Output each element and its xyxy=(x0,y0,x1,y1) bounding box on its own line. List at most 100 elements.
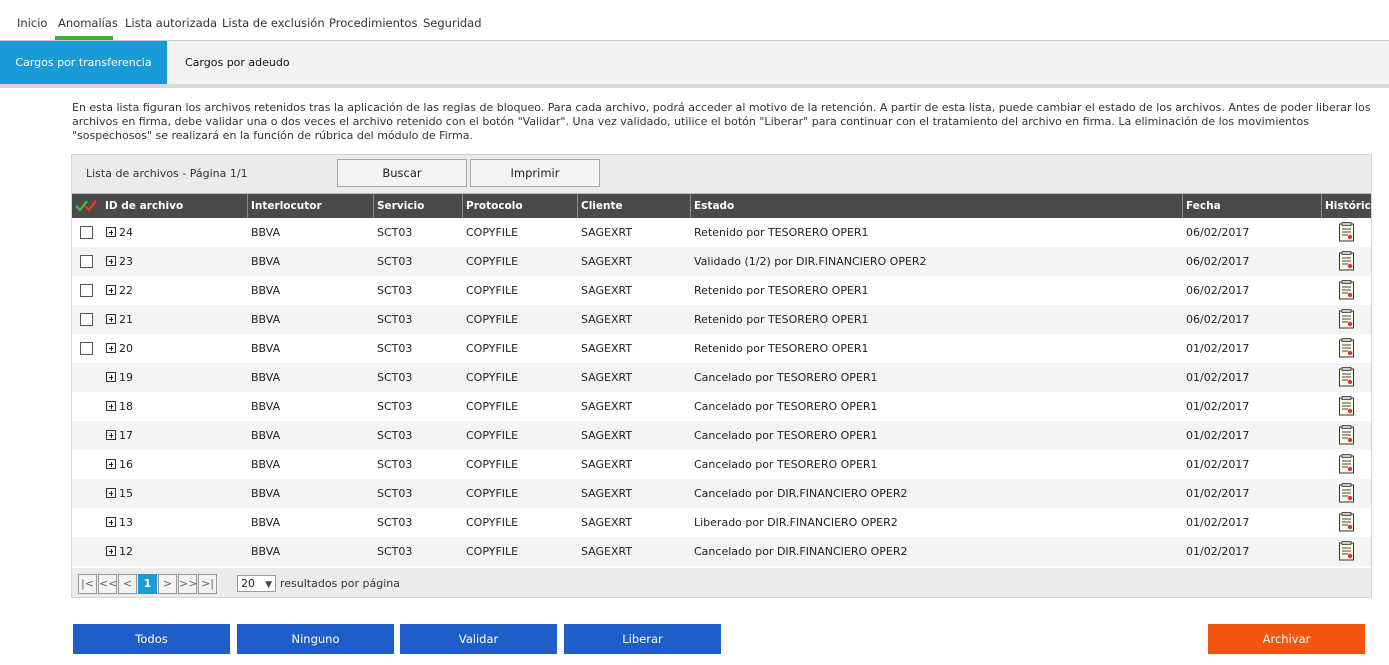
liberar-button[interactable]: Liberar xyxy=(564,624,721,654)
cell-fecha: 06/02/2017 xyxy=(1186,284,1250,297)
expand-plus-icon[interactable] xyxy=(106,459,116,469)
history-document-icon[interactable] xyxy=(1338,396,1355,416)
table-row[interactable]: 23 BBVA SCT03 COPYFILE SAGEXRT Validado (1/2)… xyxy=(72,247,1371,276)
file-id: 20 xyxy=(119,342,133,355)
history-document-icon[interactable] xyxy=(1338,367,1355,387)
row-checkbox[interactable] xyxy=(80,284,93,297)
row-checkbox[interactable] xyxy=(80,255,93,268)
history-document-icon[interactable] xyxy=(1338,222,1355,242)
ninguno-button[interactable]: Ninguno xyxy=(237,624,394,654)
prev-page-button[interactable]: < xyxy=(118,574,137,594)
per-page-select[interactable]: 20 ▼ xyxy=(237,575,276,592)
nav-item-lista-exclusion[interactable]: Lista de exclusión xyxy=(222,16,325,30)
table-row[interactable]: 18 BBVA SCT03 COPYFILE SAGEXRT Cancelado por … xyxy=(72,392,1371,421)
cell-cliente: SAGEXRT xyxy=(581,400,633,413)
row-checkbox[interactable] xyxy=(80,226,93,239)
cell-protocolo: COPYFILE xyxy=(466,313,519,326)
tab-cargos-transferencia[interactable]: Cargos por transferencia xyxy=(0,41,167,84)
expand-plus-icon[interactable] xyxy=(106,256,116,266)
cell-estado: Cancelado por TESORERO OPER1 xyxy=(694,400,878,413)
col-header-id[interactable]: ID de archivo xyxy=(102,194,247,218)
validar-button[interactable]: Validar xyxy=(400,624,557,654)
nav-item-inicio[interactable]: Inicio xyxy=(17,16,47,30)
table-row[interactable]: 12 BBVA SCT03 COPYFILE SAGEXRT Cancelado por … xyxy=(72,537,1371,566)
nav-item-seguridad[interactable]: Seguridad xyxy=(423,16,482,30)
last-page-button[interactable]: >| xyxy=(198,574,217,594)
print-button[interactable]: Imprimir xyxy=(470,159,600,187)
col-header-cliente[interactable]: Cliente xyxy=(577,194,690,218)
history-document-icon[interactable] xyxy=(1338,454,1355,474)
cell-interlocutor: BBVA xyxy=(251,545,281,558)
cell-estado: Cancelado por DIR.FINANCIERO OPER2 xyxy=(694,545,908,558)
prev-block-button[interactable]: << xyxy=(98,574,117,594)
expand-plus-icon[interactable] xyxy=(106,372,116,382)
nav-item-lista-autorizada[interactable]: Lista autorizada xyxy=(125,16,217,30)
expand-plus-icon[interactable] xyxy=(106,285,116,295)
expand-plus-icon[interactable] xyxy=(106,430,116,440)
history-document-icon[interactable] xyxy=(1338,541,1355,561)
cell-id: 22 xyxy=(102,276,133,305)
current-page-button[interactable]: 1 xyxy=(138,574,157,594)
archivar-button[interactable]: Archivar xyxy=(1208,624,1365,654)
next-page-button[interactable]: > xyxy=(158,574,177,594)
history-document-icon[interactable] xyxy=(1338,512,1355,532)
table-row[interactable]: 22 BBVA SCT03 COPYFILE SAGEXRT Retenido por T… xyxy=(72,276,1371,305)
cell-cliente: SAGEXRT xyxy=(581,226,633,239)
history-document-icon[interactable] xyxy=(1338,251,1355,271)
expand-plus-icon[interactable] xyxy=(106,343,116,353)
table-row[interactable]: 21 BBVA SCT03 COPYFILE SAGEXRT Retenido por T… xyxy=(72,305,1371,334)
row-checkbox[interactable] xyxy=(80,342,93,355)
cell-servicio: SCT03 xyxy=(377,284,413,297)
table-row[interactable]: 24 BBVA SCT03 COPYFILE SAGEXRT Retenido por T… xyxy=(72,218,1371,247)
table-row[interactable]: 20 BBVA SCT03 COPYFILE SAGEXRT Retenido por T… xyxy=(72,334,1371,363)
history-document-icon[interactable] xyxy=(1338,309,1355,329)
cell-servicio: SCT03 xyxy=(377,487,413,500)
file-id: 18 xyxy=(119,400,133,413)
cell-id: 15 xyxy=(102,479,133,508)
file-id: 12 xyxy=(119,545,133,558)
cell-protocolo: COPYFILE xyxy=(466,342,519,355)
todos-button[interactable]: Todos xyxy=(73,624,230,654)
history-document-icon[interactable] xyxy=(1338,280,1355,300)
history-document-icon[interactable] xyxy=(1338,338,1355,358)
table-row[interactable]: 16 BBVA SCT03 COPYFILE SAGEXRT Cancelado por … xyxy=(72,450,1371,479)
row-checkbox[interactable] xyxy=(80,313,93,326)
cell-servicio: SCT03 xyxy=(377,458,413,471)
nav-item-anomalias[interactable]: Anomalías xyxy=(58,16,118,30)
tab-cargos-adeudo[interactable]: Cargos por adeudo xyxy=(185,41,290,84)
cell-estado: Liberado por DIR.FINANCIERO OPER2 xyxy=(694,516,898,529)
expand-plus-icon[interactable] xyxy=(106,546,116,556)
cell-id: 17 xyxy=(102,421,133,450)
search-button[interactable]: Buscar xyxy=(337,159,467,187)
cell-protocolo: COPYFILE xyxy=(466,400,519,413)
nav-item-procedimientos[interactable]: Procedimientos xyxy=(329,16,417,30)
select-all-icon[interactable] xyxy=(72,194,102,218)
col-header-servicio[interactable]: Servicio xyxy=(373,194,462,218)
cell-estado: Cancelado por DIR.FINANCIERO OPER2 xyxy=(694,487,908,500)
table-row[interactable]: 17 BBVA SCT03 COPYFILE SAGEXRT Cancelado por … xyxy=(72,421,1371,450)
col-header-estado[interactable]: Estado xyxy=(690,194,1182,218)
cell-interlocutor: BBVA xyxy=(251,487,281,500)
cell-protocolo: COPYFILE xyxy=(466,516,519,529)
cell-interlocutor: BBVA xyxy=(251,516,281,529)
table-row[interactable]: 15 BBVA SCT03 COPYFILE SAGEXRT Cancelado por … xyxy=(72,479,1371,508)
history-document-icon[interactable] xyxy=(1338,483,1355,503)
table-row[interactable]: 13 BBVA SCT03 COPYFILE SAGEXRT Liberado por D… xyxy=(72,508,1371,537)
history-document-icon[interactable] xyxy=(1338,425,1355,445)
col-header-interlocutor[interactable]: Interlocutor xyxy=(247,194,373,218)
cell-servicio: SCT03 xyxy=(377,429,413,442)
expand-plus-icon[interactable] xyxy=(106,517,116,527)
cell-cliente: SAGEXRT xyxy=(581,313,633,326)
cell-estado: Retenido por TESORERO OPER1 xyxy=(694,342,869,355)
col-header-fecha[interactable]: Fecha xyxy=(1182,194,1321,218)
cell-protocolo: COPYFILE xyxy=(466,371,519,384)
cell-interlocutor: BBVA xyxy=(251,400,281,413)
col-header-protocolo[interactable]: Protocolo xyxy=(462,194,577,218)
expand-plus-icon[interactable] xyxy=(106,401,116,411)
expand-plus-icon[interactable] xyxy=(106,227,116,237)
expand-plus-icon[interactable] xyxy=(106,488,116,498)
expand-plus-icon[interactable] xyxy=(106,314,116,324)
next-block-button[interactable]: >> xyxy=(178,574,197,594)
first-page-button[interactable]: |< xyxy=(78,574,97,594)
table-row[interactable]: 19 BBVA SCT03 COPYFILE SAGEXRT Cancelado por … xyxy=(72,363,1371,392)
